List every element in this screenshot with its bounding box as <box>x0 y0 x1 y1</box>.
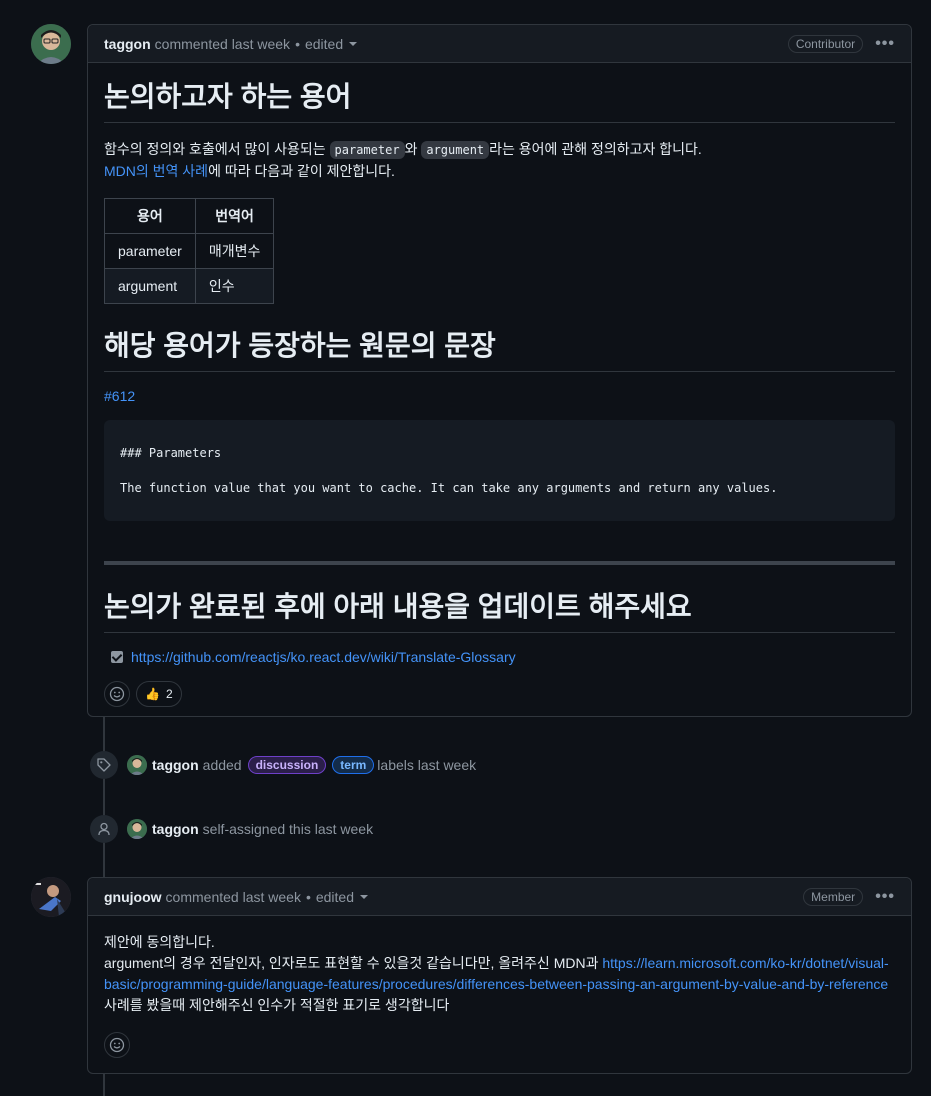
issue-link[interactable]: #612 <box>104 388 135 404</box>
thumbs-up-icon: 👍 <box>145 686 160 701</box>
event-text: labels last week <box>377 757 477 773</box>
reactions-bar <box>104 1032 895 1058</box>
comment-text: 제안에 동의합니다. <box>104 934 215 950</box>
code-argument: argument <box>421 141 490 159</box>
edited-dropdown[interactable]: edited <box>316 889 354 905</box>
tag-icon <box>90 751 118 779</box>
comment-header: taggon commented last week • edited Cont… <box>88 25 911 63</box>
intro-mid-text: 와 <box>404 141 418 157</box>
event-author[interactable]: taggon <box>152 757 199 773</box>
comment-body: 제안에 동의합니다. argument의 경우 전달인자, 인자로도 표현할 수… <box>88 916 911 1074</box>
edited-dropdown[interactable]: edited <box>305 36 343 52</box>
role-badge: Contributor <box>787 34 864 53</box>
heading-source-sentences: 해당 용어가 등장하는 원문의 문장 <box>104 328 895 373</box>
intro-post-text: 라는 용어에 관해 정의하고자 합니다. <box>489 141 702 157</box>
comment-text: argument의 경우 전달인자, 인자로도 표현할 수 있을것 같습니다만,… <box>104 955 599 971</box>
table-cell: 인수 <box>194 268 275 305</box>
code-block: ### Parameters The function value that y… <box>104 420 895 521</box>
table-cell: 매개변수 <box>194 233 275 270</box>
reactions-bar: 👍 2 <box>104 680 895 707</box>
event-text: self-assigned this last week <box>202 821 374 837</box>
table-cell: argument <box>104 268 196 305</box>
code-line: ### Parameters <box>120 446 222 461</box>
code-parameter: parameter <box>329 141 405 159</box>
separator-dot: • <box>305 888 311 905</box>
event-text: added <box>202 757 242 773</box>
table-row: parameter 매개변수 <box>104 233 275 270</box>
label-discussion[interactable]: discussion <box>247 756 327 774</box>
avatar-gnujoow[interactable] <box>31 877 71 917</box>
thumbs-up-reaction[interactable]: 👍 2 <box>136 680 182 707</box>
divider <box>104 560 895 565</box>
comment-paragraph: 제안에 동의합니다. argument의 경우 전달인자, 인자로도 표현할 수… <box>104 932 895 1016</box>
kebab-horizontal-icon[interactable]: ••• <box>875 888 895 906</box>
heading-terms: 논의하고자 하는 용어 <box>104 79 895 123</box>
table-row: argument 인수 <box>104 268 275 305</box>
smiley-icon <box>109 686 125 701</box>
comment-author[interactable]: gnujoow <box>104 889 162 905</box>
table-header-row: 용어 번역어 <box>104 198 275 235</box>
table-cell: parameter <box>104 233 196 270</box>
avatar-taggon-small[interactable] <box>127 819 147 839</box>
table-header: 번역어 <box>194 198 275 235</box>
add-reaction-button[interactable] <box>104 680 130 707</box>
comment-timestamp[interactable]: commented last week <box>155 36 290 52</box>
person-icon <box>90 815 118 843</box>
event-author[interactable]: taggon <box>152 821 199 837</box>
intro-text: 함수의 정의와 호출에서 많이 사용되는 <box>104 141 326 157</box>
intro-paragraph: 함수의 정의와 호출에서 많이 사용되는 parameter 와 argument… <box>104 139 895 182</box>
task-checkbox[interactable] <box>111 650 123 663</box>
label-term[interactable]: term <box>332 756 375 774</box>
avatar-taggon[interactable] <box>31 24 71 64</box>
comment-gnujoow: gnujoow commented last week • edited Mem… <box>87 877 912 1074</box>
code-line: The function value that you want to cach… <box>120 480 778 495</box>
timeline-event-assigned: taggon self-assigned this last week <box>90 815 373 843</box>
kebab-horizontal-icon[interactable]: ••• <box>875 35 895 53</box>
mdn-post-text: 에 따라 다음과 같이 제안합니다. <box>208 162 395 179</box>
add-reaction-button[interactable] <box>104 1032 130 1058</box>
timeline-event-labels: taggon added discussion term labels last… <box>90 751 476 779</box>
comment-header: gnujoow commented last week • edited Mem… <box>88 878 911 916</box>
comment-text: 사례를 봤을때 제안해주신 인수가 적절한 표기로 생각합니다 <box>104 997 450 1013</box>
comment-timestamp[interactable]: commented last week <box>166 889 301 905</box>
task-item: https://github.com/reactjs/ko.react.dev/… <box>111 649 895 665</box>
avatar-taggon-small[interactable] <box>127 755 147 775</box>
separator-dot: • <box>295 35 300 52</box>
mdn-link[interactable]: MDN의 번역 사례 <box>104 163 208 179</box>
reaction-count: 2 <box>165 686 173 701</box>
glossary-link[interactable]: https://github.com/reactjs/ko.react.dev/… <box>131 649 516 665</box>
comment-body: 논의하고자 하는 용어 함수의 정의와 호출에서 많이 사용되는 paramet… <box>88 63 911 723</box>
terms-table: 용어 번역어 parameter 매개변수 argument 인수 <box>104 198 275 305</box>
chevron-down-icon[interactable] <box>349 41 358 46</box>
comment-author[interactable]: taggon <box>104 36 151 52</box>
table-header: 용어 <box>104 198 196 235</box>
role-badge: Member <box>803 887 864 906</box>
heading-update: 논의가 완료된 후에 아래 내용을 업데이트 해주세요 <box>104 589 895 633</box>
smiley-icon <box>109 1037 125 1053</box>
comment-taggon: taggon commented last week • edited Cont… <box>87 24 912 717</box>
chevron-down-icon[interactable] <box>360 894 369 899</box>
